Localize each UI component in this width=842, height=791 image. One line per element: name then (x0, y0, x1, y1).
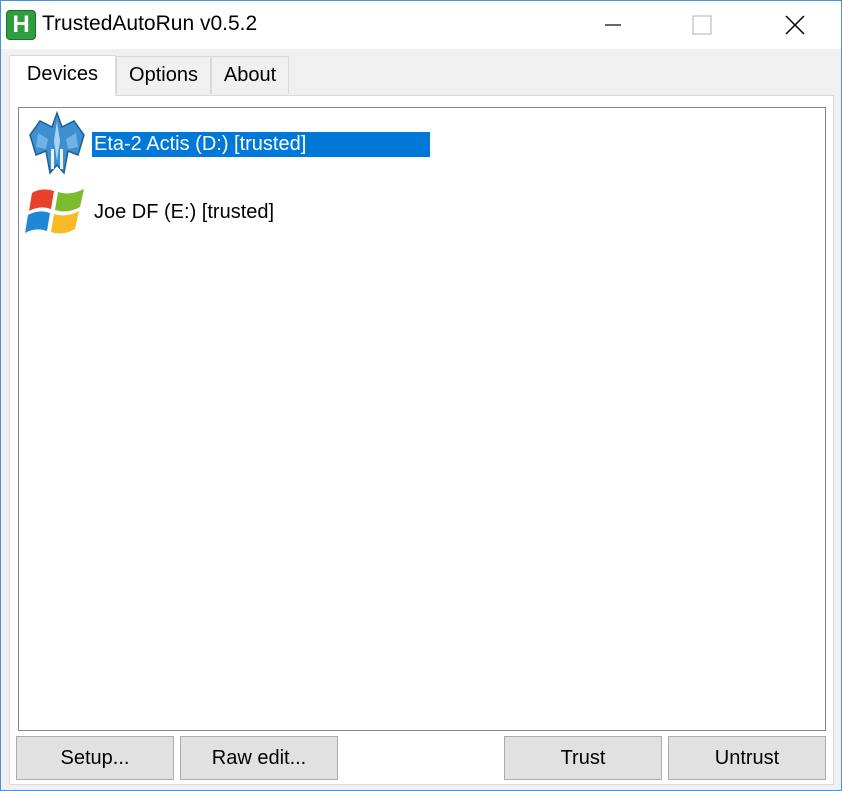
device-label: Joe DF (E:) [trusted] (94, 200, 275, 223)
app-window: H TrustedAutoRun v0.5.2 Devices Options … (0, 0, 842, 791)
untrust-button[interactable]: Untrust (668, 736, 826, 780)
tab-devices[interactable]: Devices (9, 55, 116, 96)
list-item[interactable]: Eta-2 Actis (D:) [trusted] (24, 111, 431, 177)
windows-logo-icon (25, 189, 84, 234)
setup-button[interactable]: Setup... (16, 736, 174, 780)
trust-button[interactable]: Trust (504, 736, 662, 780)
maximize-button[interactable] (656, 1, 748, 49)
close-icon (785, 15, 805, 35)
title-bar[interactable]: H TrustedAutoRun v0.5.2 (1, 1, 841, 49)
list-item[interactable]: Joe DF (E:) [trusted] (24, 179, 276, 245)
starfighter-icon (29, 111, 85, 175)
minimize-icon (605, 24, 621, 26)
minimize-button[interactable] (567, 1, 659, 49)
raw-edit-button[interactable]: Raw edit... (180, 736, 338, 780)
tab-about[interactable]: About (211, 56, 289, 94)
tab-options[interactable]: Options (116, 56, 211, 94)
maximize-icon (692, 15, 712, 35)
window-title: TrustedAutoRun v0.5.2 (42, 12, 258, 35)
device-label: Eta-2 Actis (D:) [trusted] (91, 130, 431, 158)
app-icon: H (6, 10, 36, 40)
device-list[interactable]: Eta-2 Actis (D:) [trusted] Joe DF (E:) [… (18, 107, 826, 731)
close-button[interactable] (749, 1, 841, 49)
